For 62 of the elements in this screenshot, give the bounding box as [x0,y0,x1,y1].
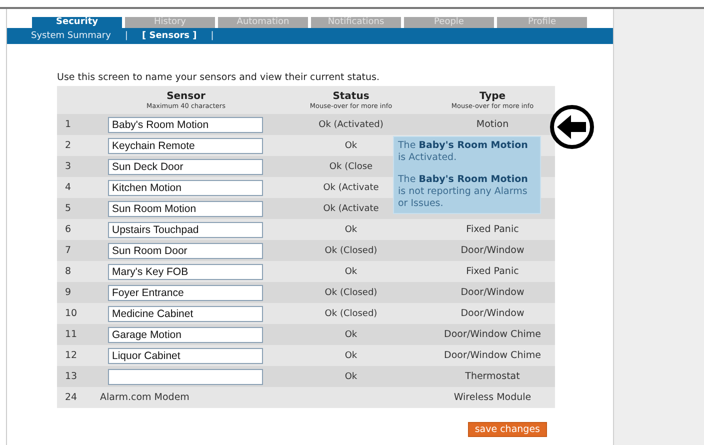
type-text: Door/Window [460,245,524,256]
row-number: 8 [65,266,72,277]
sensor-name-field[interactable]: Keychain Remote [108,138,263,154]
separator: | [210,31,214,41]
sensor-name-field[interactable]: Sun Deck Door [108,158,263,174]
status-text: Ok (Activated) [318,120,384,130]
sensor-name-field[interactable]: Baby's Room Motion [108,116,263,132]
row-number: 24 [65,392,78,403]
type-text: Door/Window [460,287,524,298]
status-text: Ok (Closed) [324,246,378,256]
tooltip-text: The Baby's Room Motion is Activated. [398,140,529,164]
row-number: 13 [65,371,78,382]
sensor-name-field[interactable]: Liquor Cabinet [108,348,263,364]
sensor-name-field[interactable]: Kitchen Motion [108,180,263,196]
status-text: Ok (Activate [323,182,379,192]
sensor-name-field[interactable]: Mary's Key FOB [108,264,263,280]
row-number: 11 [65,329,78,340]
type-text: Motion [476,119,509,130]
type-text: Fixed Panic [466,224,519,235]
separator: | [124,31,128,41]
sensor-name-field[interactable]: Sun Room Motion [108,200,263,216]
status-text: Ok [344,224,358,234]
row-number: 4 [65,182,72,193]
row-number: 3 [65,161,72,172]
column-title: Sensor [166,90,206,102]
row-number: 2 [65,140,72,151]
subnav-link[interactable]: System Summary [31,31,111,41]
row-number: 12 [65,350,78,361]
subnav-link[interactable]: [ Sensors ] [142,31,197,41]
type-text: Door/Window Chime [444,350,541,361]
type-text: Wireless Module [454,392,532,403]
status-text: Ok [344,372,358,382]
status-text: Ok (Closed) [324,288,378,298]
row-number: 1 [65,119,72,130]
status-text: Ok [344,140,358,150]
tooltip-text: The Baby's Room Motion is not reporting any Alarms or Issues. [398,174,529,210]
type-text: Fixed Panic [466,266,519,277]
sensor-name-field[interactable]: Sun Room Door [108,242,263,258]
column-title: Type [479,90,506,102]
nav-tab[interactable]: Security [32,17,122,28]
status-text: Ok [344,350,358,360]
row-number: 6 [65,224,72,235]
row-number: 9 [65,287,72,298]
column-title: Status [332,90,370,102]
row-number: 5 [65,203,72,214]
status-text: Ok [344,330,358,340]
intro-text: Use this screen to name your sensors and view their current status. [57,72,381,83]
row-number: 10 [65,308,78,319]
type-text: Thermostat [465,371,520,382]
status-text: Ok (Activate [323,204,379,214]
sensor-name-field[interactable]: Foyer Entrance [108,284,263,300]
type-text: Door/Window Chime [444,329,541,340]
sensor-name-field[interactable] [108,368,263,384]
status-text: Ok (Closed) [324,308,378,318]
sensor-name-field[interactable]: Garage Motion [108,326,263,342]
status-text: Ok (Close [329,162,373,172]
sensor-name-field[interactable]: Upstairs Touchpad [108,222,263,238]
sensor-name: Alarm.com Modem [100,392,190,403]
type-text: Door/Window [460,308,524,319]
row-number: 7 [65,245,72,256]
sensor-name-field[interactable]: Medicine Cabinet [108,306,263,322]
status-text: Ok [344,266,358,276]
